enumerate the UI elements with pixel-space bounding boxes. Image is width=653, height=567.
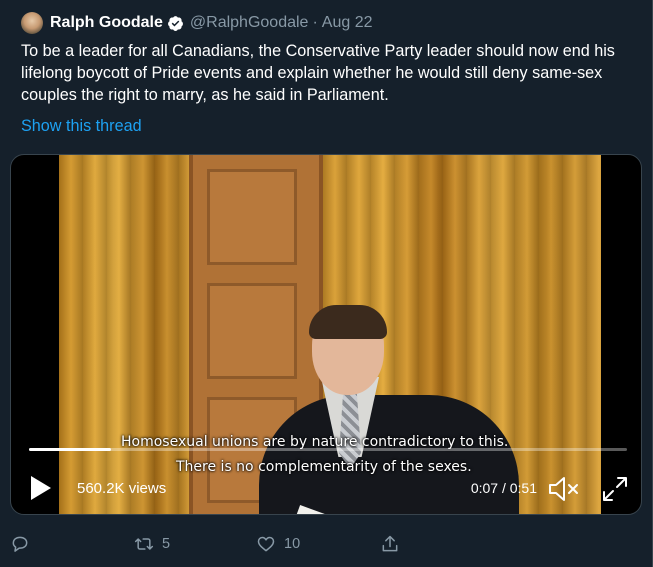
display-name[interactable]: Ralph Goodale: [50, 14, 163, 32]
mute-icon[interactable]: [547, 475, 581, 503]
retweet-count: 5: [162, 536, 171, 552]
verified-badge-icon: [167, 15, 183, 31]
tweet-actions: 5 10: [0, 534, 653, 558]
video-player[interactable]: Homosexual unions are by nature contradi…: [10, 154, 642, 515]
share-button[interactable]: [380, 534, 408, 554]
fullscreen-icon[interactable]: [601, 475, 629, 503]
tweet-date[interactable]: Aug 22: [322, 14, 373, 32]
separator-dot: ·: [312, 14, 318, 31]
video-progress-bar[interactable]: [29, 448, 627, 451]
like-count: 10: [284, 536, 301, 552]
view-count: 560.2K views: [77, 480, 167, 497]
reply-button[interactable]: [10, 534, 38, 554]
video-progress-fill: [29, 448, 111, 451]
tweet-text: To be a leader for all Canadians, the Co…: [21, 42, 615, 104]
like-button[interactable]: 10: [256, 534, 300, 554]
avatar[interactable]: [21, 12, 43, 34]
video-controls: 560.2K views 0:07 / 0:51: [11, 473, 641, 503]
tweet[interactable]: Ralph Goodale @RalphGoodale · Aug 22 To …: [0, 0, 653, 567]
play-icon[interactable]: [29, 475, 53, 501]
handle[interactable]: @RalphGoodale: [190, 14, 309, 32]
retweet-button[interactable]: 5: [134, 534, 170, 554]
share-icon: [382, 535, 398, 552]
reply-icon: [12, 536, 28, 552]
video-time: 0:07 / 0:51: [470, 480, 537, 496]
like-icon: [257, 536, 275, 552]
retweet-icon: [134, 538, 154, 550]
tweet-header: Ralph Goodale @RalphGoodale · Aug 22: [21, 10, 373, 36]
speaker-hair: [309, 305, 387, 339]
show-thread-link[interactable]: Show this thread: [21, 117, 142, 136]
